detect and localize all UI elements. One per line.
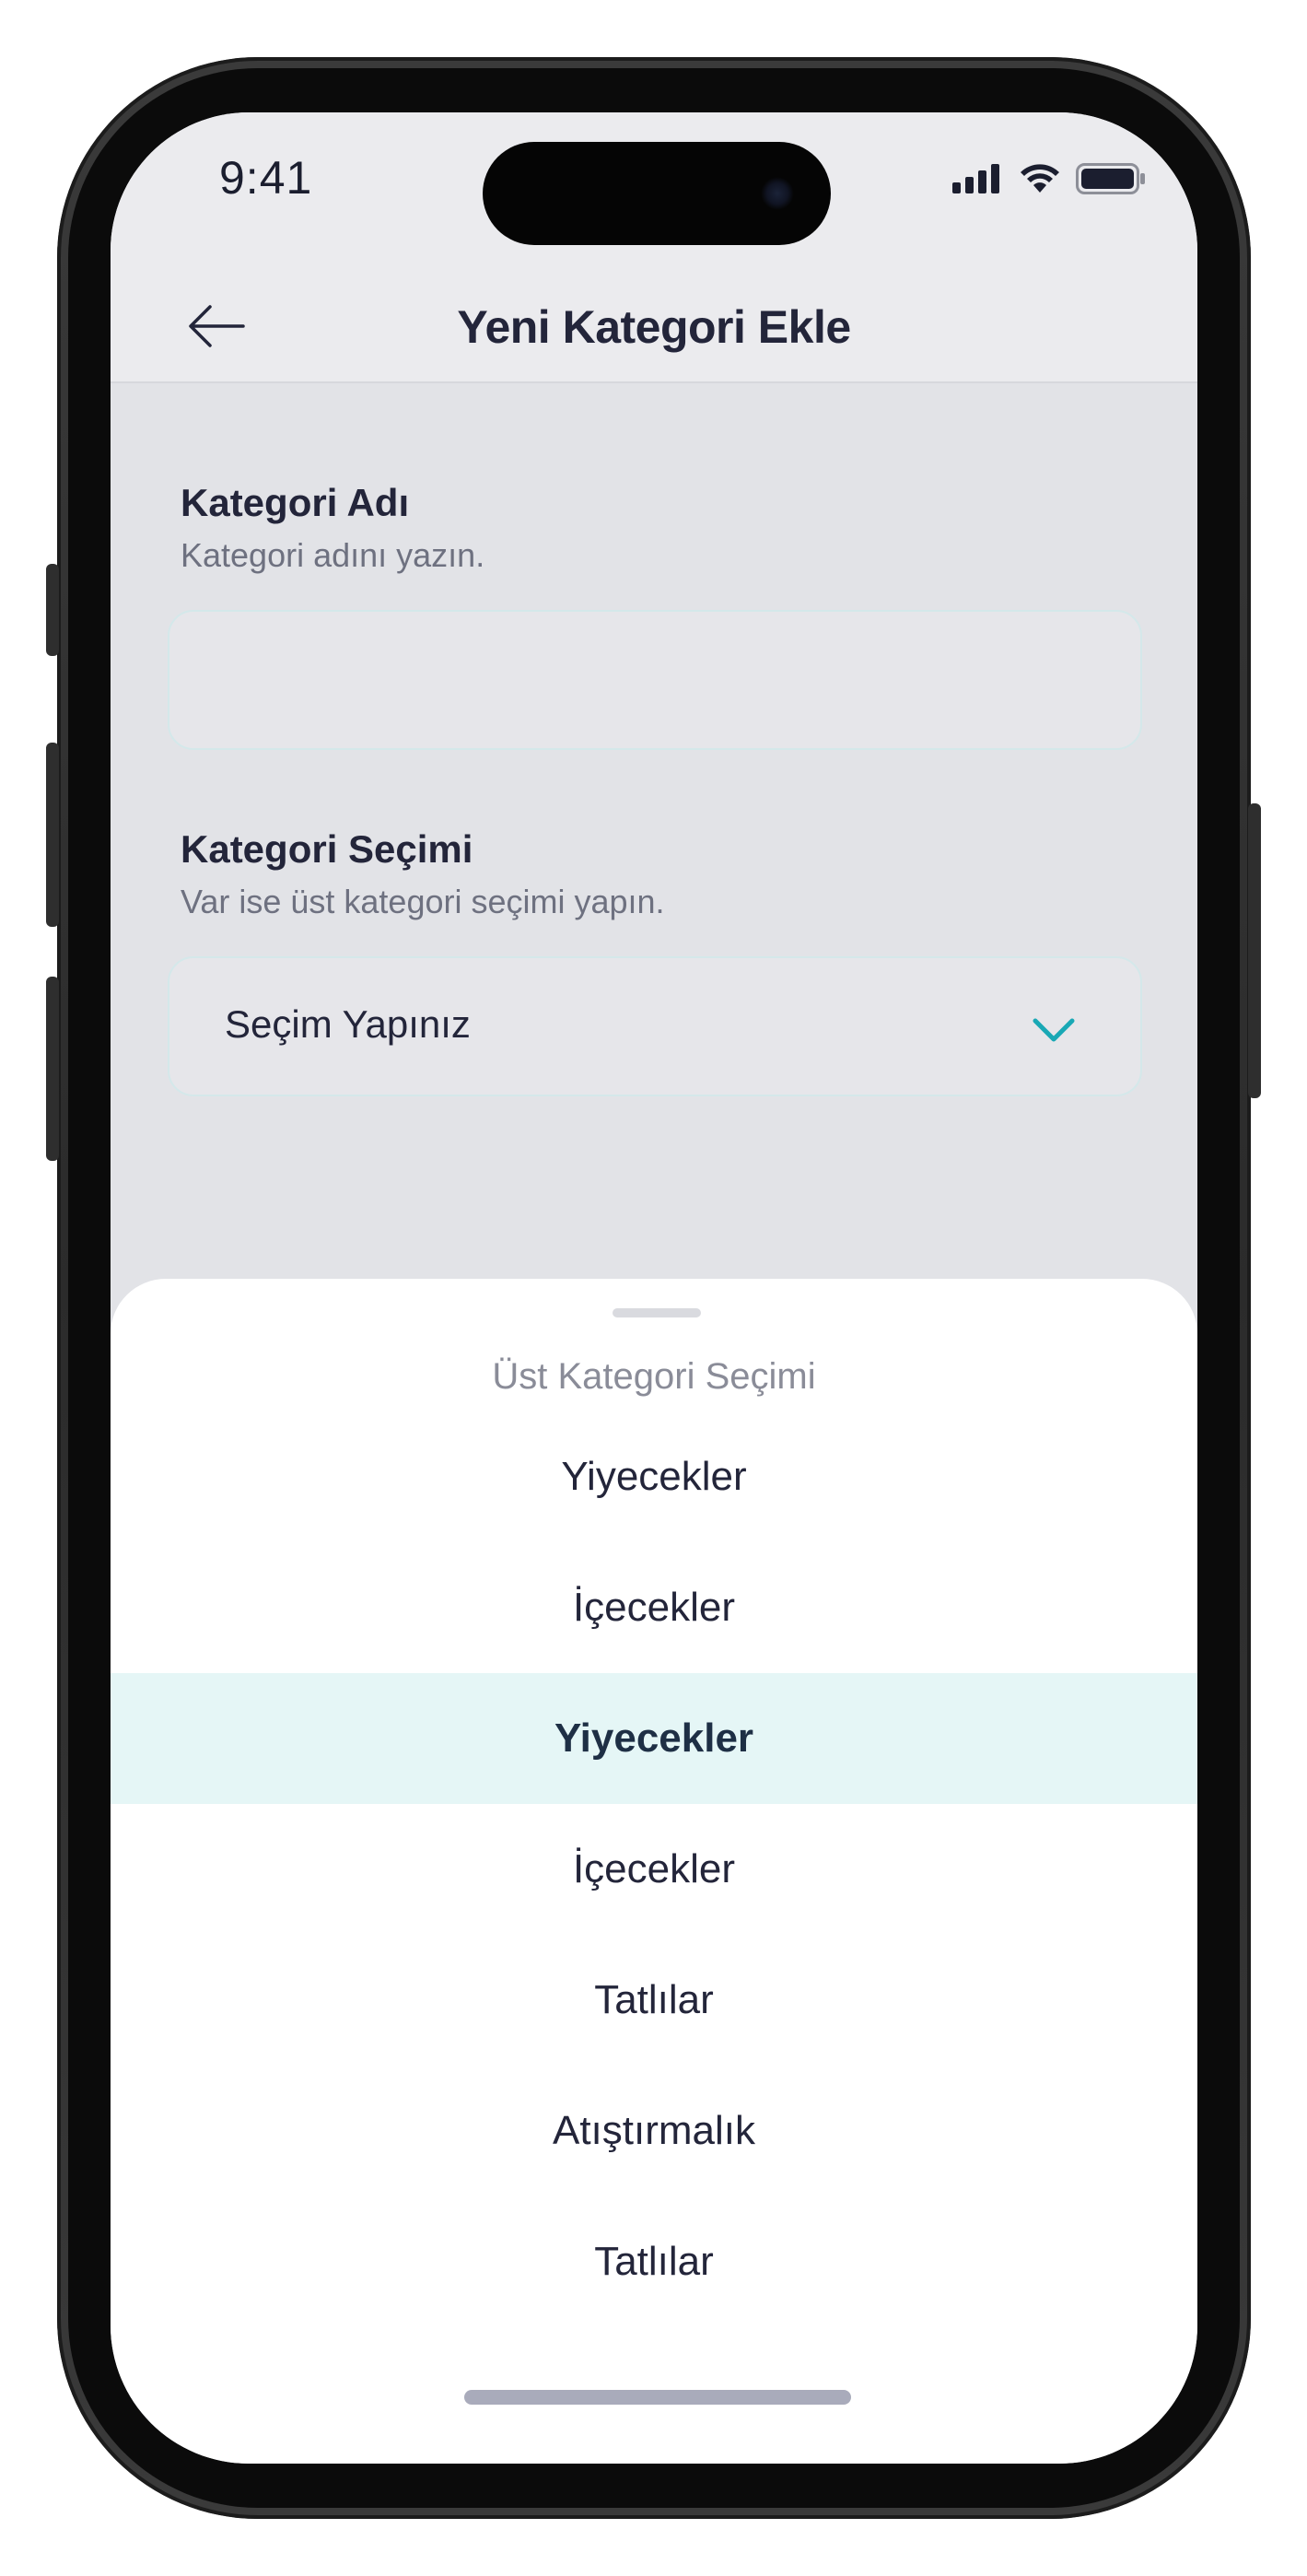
picker-option[interactable]: Yiyecekler [111,1411,1197,1542]
picker-option[interactable]: Tatlılar [111,1935,1197,2066]
status-icons [952,163,1146,194]
picker-option-selected[interactable]: Yiyecekler [111,1673,1197,1804]
sheet-title: Üst Kategori Seçimi [492,1356,816,1397]
page-title: Yeni Kategori Ekle [457,301,851,353]
sheet-drag-handle[interactable] [613,1308,701,1317]
category-select-dropdown[interactable]: Seçim Yapınız [168,956,1142,1096]
app-screen: 9:41 Yeni Kategori Ekle Kategori Adı Kat… [111,112,1197,2464]
volume-up-button [46,743,59,927]
category-select-hint: Var ise üst kategori seçimi yapın. [181,883,665,920]
category-select-value: Seçim Yapınız [225,1002,471,1046]
category-select-label: Kategori Seçimi [181,827,473,871]
dynamic-island [483,142,831,245]
picker-option[interactable]: İçecekler [111,1804,1197,1935]
category-name-label: Kategori Adı [181,481,410,524]
power-button [1248,803,1261,1098]
picker-option[interactable]: Atıştırmalık [111,2066,1197,2196]
status-bar: 9:41 [111,112,1197,269]
nav-bar: Yeni Kategori Ekle [111,269,1197,383]
cellular-signal-icon [952,164,999,193]
front-camera [761,177,794,210]
home-indicator[interactable] [464,2390,851,2405]
status-time: 9:41 [219,152,313,204]
chevron-down-icon [1033,1018,1075,1042]
category-name-hint: Kategori adını yazın. [181,536,485,574]
picker-option[interactable]: Tatlılar [111,2196,1197,2327]
category-picker-sheet: Üst Kategori Seçimi Yiyecekler İçecekler… [111,1279,1197,2464]
wifi-icon [1021,164,1059,193]
battery-icon [1076,163,1145,194]
category-name-input[interactable] [168,610,1142,750]
action-button [46,564,59,656]
picker-option[interactable]: İçecekler [111,1542,1197,1673]
volume-down-button [46,977,59,1161]
